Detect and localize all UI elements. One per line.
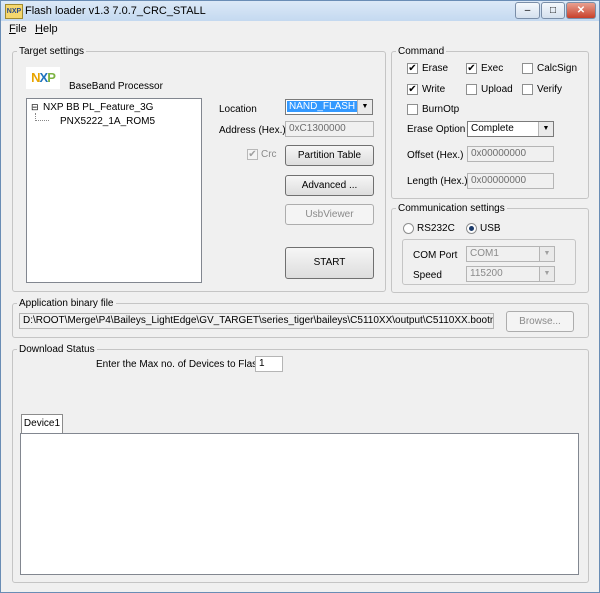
menu-file[interactable]: File xyxy=(9,23,27,35)
tree-collapse-icon[interactable]: ⊟ xyxy=(31,102,39,113)
speed-dropdown[interactable]: 115200 ▼ xyxy=(466,266,555,282)
address-label: Address (Hex.) xyxy=(219,125,286,136)
upload-checkbox[interactable] xyxy=(466,84,477,95)
start-button[interactable]: START xyxy=(285,247,374,279)
title-bar[interactable]: NXP Flash loader v1.3 7.0.7_CRC_STALL – … xyxy=(1,1,599,21)
download-status-legend: Download Status xyxy=(19,344,95,355)
window-title: Flash loader v1.3 7.0.7_CRC_STALL xyxy=(25,5,206,17)
max-devices-label: Enter the Max no. of Devices to Flash: xyxy=(96,359,266,370)
erase-checkbox[interactable]: ✔ xyxy=(407,63,418,74)
advanced-button[interactable]: Advanced ... xyxy=(285,175,374,196)
processor-label: BaseBand Processor xyxy=(69,81,163,92)
com-port-label: COM Port xyxy=(413,250,458,261)
exec-checkbox[interactable]: ✔ xyxy=(466,63,477,74)
erase-option-value: Complete xyxy=(471,123,514,134)
chevron-down-icon[interactable]: ▼ xyxy=(538,122,553,136)
tree-item-root[interactable]: NXP BB PL_Feature_3G xyxy=(43,102,153,113)
speed-label: Speed xyxy=(413,270,442,281)
usbviewer-button[interactable]: UsbViewer xyxy=(285,204,374,225)
check-icon: ✔ xyxy=(467,63,476,74)
check-icon: ✔ xyxy=(408,84,417,95)
partition-table-button[interactable]: Partition Table xyxy=(285,145,374,166)
close-button[interactable]: ✕ xyxy=(566,2,596,19)
max-devices-input[interactable]: 1 xyxy=(255,356,283,372)
flash-loader-window: NXP Flash loader v1.3 7.0.7_CRC_STALL – … xyxy=(0,0,600,593)
target-settings-legend: Target settings xyxy=(19,46,85,57)
rs232c-label: RS232C xyxy=(417,223,455,234)
burnotp-label: BurnOtp xyxy=(422,104,460,115)
erase-option-label: Erase Option xyxy=(407,124,466,135)
write-label: Write xyxy=(422,84,446,95)
calcsign-checkbox[interactable] xyxy=(522,63,533,74)
target-tree[interactable]: ⊟ NXP BB PL_Feature_3G PNX5222_1A_ROM5 xyxy=(26,98,202,283)
menu-bar: File Help xyxy=(1,21,599,37)
tree-item-child[interactable]: PNX5222_1A_ROM5 xyxy=(60,116,155,127)
location-label: Location xyxy=(219,104,257,115)
offset-label: Offset (Hex.) xyxy=(407,150,464,161)
verify-label: Verify xyxy=(537,84,563,95)
chevron-down-icon[interactable]: ▼ xyxy=(539,247,554,261)
com-port-value: COM1 xyxy=(470,248,499,259)
tab-device1[interactable]: Device1 xyxy=(21,414,63,433)
app-binary-legend: Application binary file xyxy=(19,298,114,309)
com-port-dropdown[interactable]: COM1 ▼ xyxy=(466,246,555,262)
check-icon: ✔ xyxy=(248,149,257,160)
menu-help[interactable]: Help xyxy=(35,23,58,35)
speed-value: 115200 xyxy=(470,268,503,279)
check-icon: ✔ xyxy=(408,63,417,74)
device-tab-panel xyxy=(20,433,579,575)
tree-connector xyxy=(35,120,49,122)
write-checkbox[interactable]: ✔ xyxy=(407,84,418,95)
erase-option-dropdown[interactable]: Complete ▼ xyxy=(467,121,554,137)
chevron-down-icon[interactable]: ▼ xyxy=(357,100,372,114)
communication-legend: Communication settings xyxy=(398,203,505,214)
address-field[interactable]: 0xC1300000 xyxy=(285,121,374,137)
usb-radio[interactable] xyxy=(466,223,477,234)
browse-button[interactable]: Browse... xyxy=(506,311,574,332)
length-field[interactable]: 0x00000000 xyxy=(467,173,554,189)
upload-label: Upload xyxy=(481,84,513,95)
location-dropdown[interactable]: NAND_FLASH ▼ xyxy=(285,99,373,115)
length-label: Length (Hex.) xyxy=(407,176,468,187)
usb-label: USB xyxy=(480,223,501,234)
chevron-down-icon[interactable]: ▼ xyxy=(539,267,554,281)
crc-label: Crc xyxy=(261,149,277,160)
crc-checkbox[interactable]: ✔ xyxy=(247,149,258,160)
command-legend: Command xyxy=(398,46,445,57)
rs232c-radio[interactable] xyxy=(403,223,414,234)
app-binary-path-field[interactable]: D:\ROOT\Merge\P4\Baileys_LightEdge\GV_TA… xyxy=(19,313,494,329)
verify-checkbox[interactable] xyxy=(522,84,533,95)
exec-label: Exec xyxy=(481,63,504,74)
erase-label: Erase xyxy=(422,63,449,74)
minimize-button[interactable]: – xyxy=(515,2,540,19)
offset-field[interactable]: 0x00000000 xyxy=(467,146,554,162)
maximize-button[interactable]: □ xyxy=(541,2,565,19)
burnotp-checkbox[interactable] xyxy=(407,104,418,115)
nxp-logo: NXP xyxy=(26,67,60,89)
calcsign-label: CalcSign xyxy=(537,63,578,74)
location-value: NAND_FLASH xyxy=(287,101,358,112)
app-logo-icon: NXP xyxy=(5,4,23,19)
